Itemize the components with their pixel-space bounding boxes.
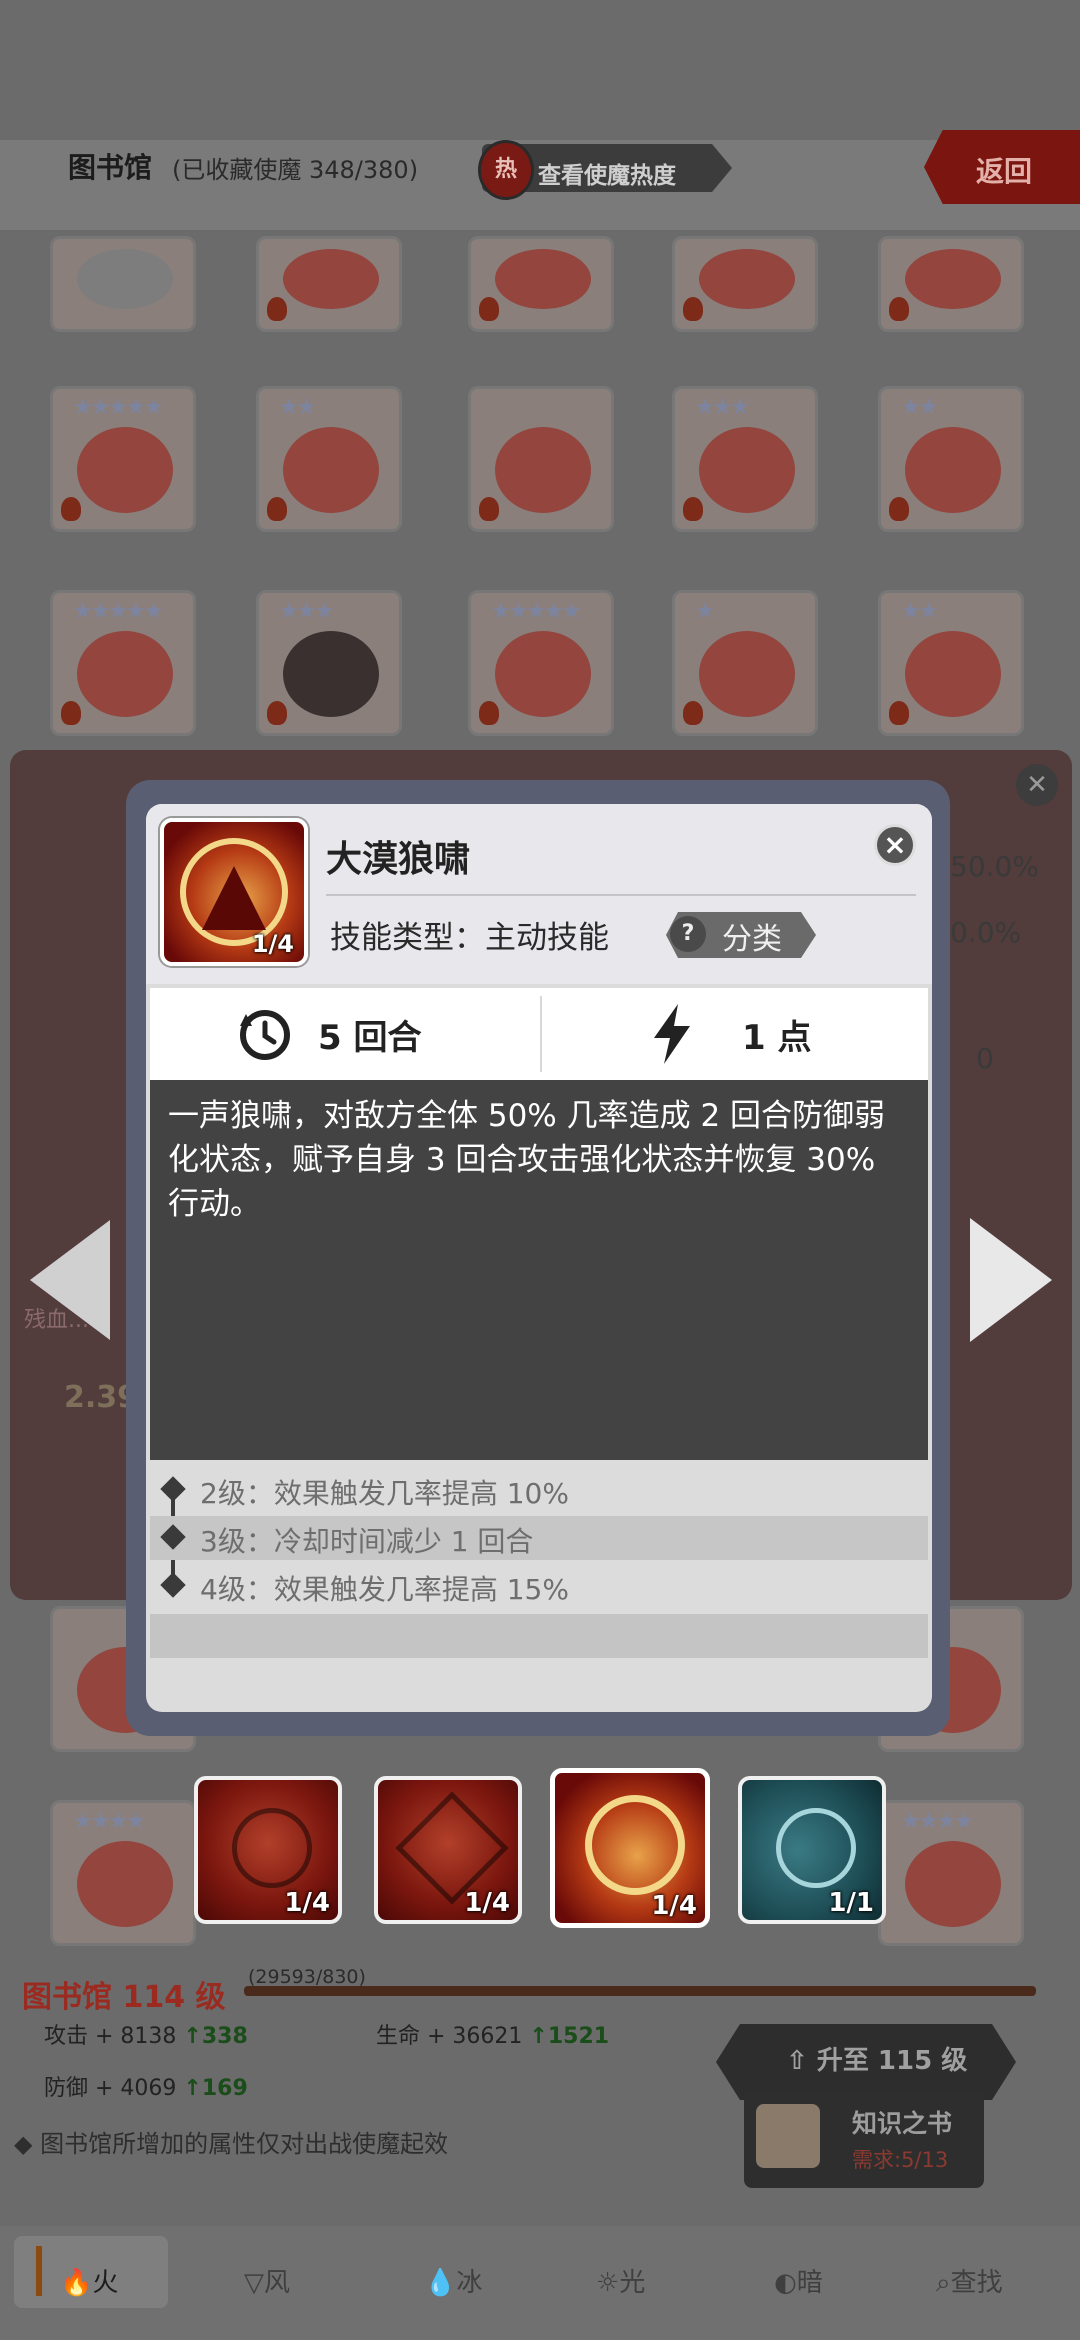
nav-light[interactable]: ☼光 <box>596 2262 645 2299</box>
skill-type: 技能类型：主动技能 <box>330 920 609 956</box>
skill-level-badge: 1/4 <box>251 930 294 958</box>
skill-tab-3-selected[interactable]: 1/4 <box>550 1768 710 1928</box>
hp-stat: 生命 + 36621 ↑1521 <box>376 2024 610 2049</box>
attack-stat: 攻击 + 8138 ↑338 <box>44 2024 248 2049</box>
monster-card[interactable]: ★★★ <box>256 590 402 736</box>
back-button-label[interactable]: 返回 <box>976 150 1032 190</box>
dark-icon: ◐ <box>774 2268 797 2298</box>
collection-count: (已收藏使魔 348/380) <box>172 156 419 184</box>
monster-card[interactable]: ★★ <box>878 590 1024 736</box>
knowledge-book-title: 知识之书 <box>852 2109 953 2138</box>
skill-tab-level: 1/4 <box>284 1888 330 1918</box>
skill-name: 大漠狼啸 <box>326 839 471 880</box>
page-title: 图书馆 <box>68 151 153 184</box>
heat-button-label[interactable]: 查看使魔热度 <box>538 156 676 190</box>
skill-stat-row: 5 回合 1 点 <box>150 988 928 1080</box>
skill-tab-level: 1/4 <box>651 1891 697 1921</box>
search-icon: ⌕ <box>936 2268 951 2298</box>
detail-close-icon[interactable]: ✕ <box>1016 764 1058 806</box>
level-effect-text: 3级：冷却时间减少 1 回合 <box>200 1525 534 1558</box>
library-tip: ◆ 图书馆所增加的属性仅对出战使魔起效 <box>14 2130 449 2158</box>
monster-card[interactable]: ★★★ <box>672 386 818 532</box>
question-icon[interactable]: ? <box>670 916 706 952</box>
fire-icon: 🔥 <box>60 2268 93 2298</box>
upgrade-button-label[interactable]: ⇧ 升至 115 级 <box>786 2040 967 2077</box>
skill-dialog: 1/4 大漠狼啸 技能类型：主动技能 ? 分类 × 5 回合 1 点 一声狼啸，… <box>146 804 932 1712</box>
nav-dark[interactable]: ◐暗 <box>774 2262 823 2299</box>
library-level-label: 图书馆 114 级 <box>22 1980 226 2015</box>
knowledge-book-need: 需求:5/13 <box>852 2148 949 2172</box>
category-label[interactable]: 分类 <box>722 914 782 958</box>
library-exp-bar <box>244 1986 1036 1996</box>
skull-claw-icon <box>232 1808 312 1888</box>
level-diamond-icon <box>160 1476 186 1502</box>
skill-description: 一声狼啸，对敌方全体 50% 几率造成 2 回合防御弱化状态，赋予自身 3 回合… <box>168 1098 886 1222</box>
stat-divider <box>540 996 542 1072</box>
howling-wolf-icon: 1/4 <box>160 818 308 966</box>
prev-monster-arrow-icon[interactable] <box>30 1220 110 1340</box>
skill-tab-4[interactable]: 1/1 <box>738 1776 886 1924</box>
level-effect-text: 4级：效果触发几率提高 15% <box>200 1573 569 1606</box>
level-effect-text: 2级：效果触发几率提高 10% <box>200 1477 569 1510</box>
howling-wolf-icon <box>585 1795 685 1895</box>
monster-card[interactable]: ★★★★★ <box>468 590 614 736</box>
energy-bolt-icon <box>654 1004 690 1064</box>
nav-search[interactable]: ⌕查找 <box>936 2262 1003 2299</box>
monster-card[interactable]: ★ <box>672 590 818 736</box>
monster-card[interactable] <box>256 236 402 332</box>
title-diamond-icon <box>0 140 20 160</box>
monster-card[interactable] <box>468 386 614 532</box>
side-stat-3: 0 <box>976 1042 994 1075</box>
monster-card[interactable] <box>468 236 614 332</box>
skill-tab-level: 1/4 <box>464 1888 510 1918</box>
skill-description-box: 一声狼啸，对敌方全体 50% 几率造成 2 回合防御弱化状态，赋予自身 3 回合… <box>150 1080 928 1460</box>
nav-wind[interactable]: ▽风 <box>244 2262 290 2299</box>
monster-card[interactable]: ★★★★ <box>50 1800 196 1946</box>
light-icon: ☼ <box>596 2268 620 2298</box>
level-diamond-icon <box>160 1524 186 1550</box>
header-divider <box>326 894 916 896</box>
energy-cost-value: 1 点 <box>742 1018 812 1058</box>
cooldown-clock-icon <box>240 1010 290 1060</box>
library-exp: (29593/830) <box>248 1966 366 1988</box>
level-empty-row <box>150 1614 928 1658</box>
wolf-plus-icon <box>776 1808 856 1888</box>
nav-fire[interactable]: 🔥火 <box>60 2262 118 2299</box>
level-effect-row: 2级：效果触发几率提高 10% <box>150 1468 928 1512</box>
monster-card[interactable]: ★★★★★ <box>50 590 196 736</box>
level-diamond-icon <box>160 1572 186 1598</box>
defense-stat: 防御 + 4069 ↑169 <box>44 2076 248 2101</box>
skill-tab-1[interactable]: 1/4 <box>194 1776 342 1924</box>
monster-card[interactable]: ★★★★★ <box>50 386 196 532</box>
cooldown-value: 5 回合 <box>318 1018 422 1058</box>
skill-tab-2[interactable]: 1/4 <box>374 1776 522 1924</box>
nav-ice[interactable]: 💧冰 <box>424 2262 482 2299</box>
ice-drop-icon: 💧 <box>424 2268 457 2298</box>
monster-card[interactable]: ★★ <box>256 386 402 532</box>
level-effect-row: 4级：效果触发几率提高 15% <box>150 1564 928 1608</box>
knowledge-book-icon <box>756 2104 820 2168</box>
monster-card[interactable] <box>672 236 818 332</box>
next-monster-arrow-icon[interactable] <box>970 1218 1052 1342</box>
monster-card[interactable]: ★★ <box>878 386 1024 532</box>
side-stat-1: 50.0% <box>950 850 1039 883</box>
close-icon[interactable]: × <box>874 824 916 866</box>
fire-heat-icon: 热 <box>478 140 534 200</box>
wind-icon: ▽ <box>244 2268 264 2298</box>
skill-header: 1/4 大漠狼啸 技能类型：主动技能 ? 分类 × <box>146 804 932 984</box>
level-effect-row: 3级：冷却时间减少 1 回合 <box>150 1516 928 1560</box>
monster-card[interactable]: ★★★★ <box>878 1800 1024 1946</box>
monster-card[interactable] <box>878 236 1024 332</box>
monster-card-locked[interactable] <box>50 236 196 332</box>
side-stat-2: 0.0% <box>950 916 1022 949</box>
skill-tab-level: 1/1 <box>828 1888 874 1918</box>
nav-active-bar <box>36 2246 42 2296</box>
